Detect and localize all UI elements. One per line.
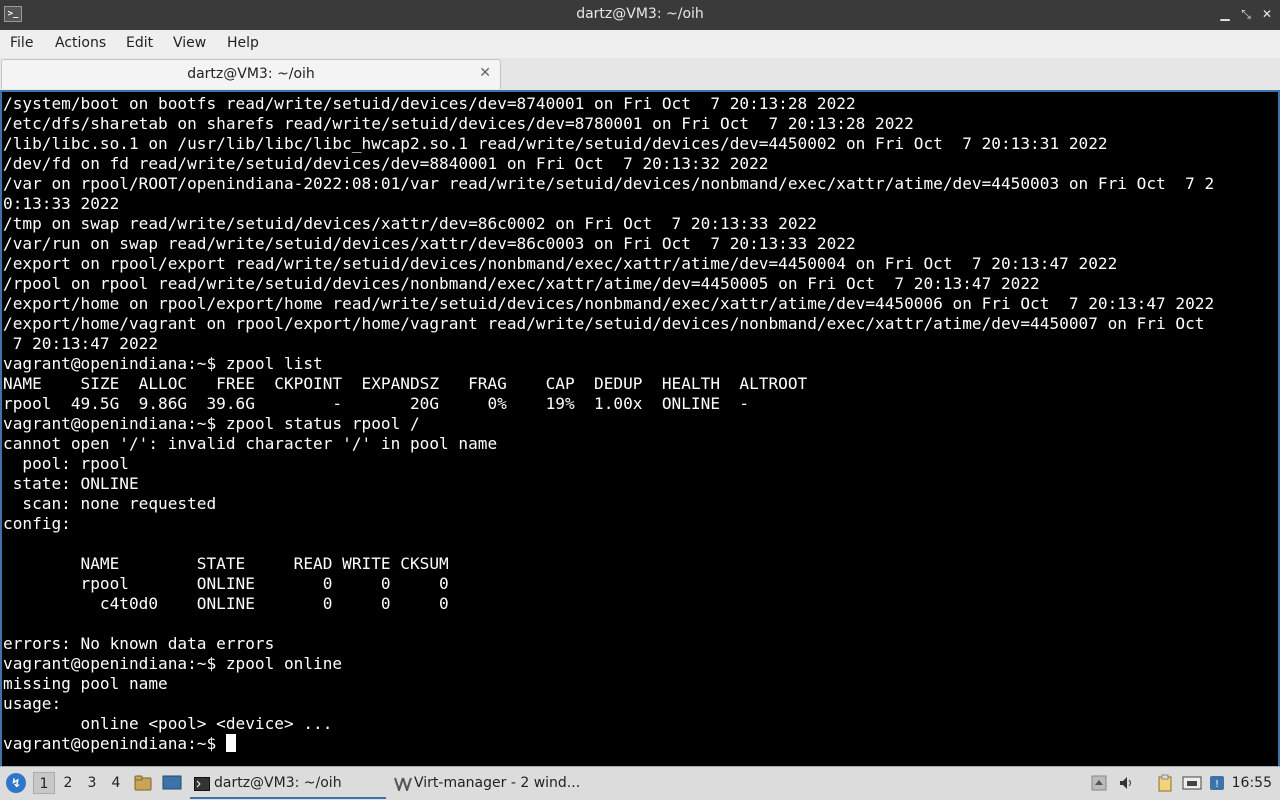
terminal-line: scan: none requested — [3, 494, 217, 513]
clock: 16:55 — [1231, 775, 1272, 791]
terminal-icon — [194, 776, 210, 791]
file-manager-icon[interactable] — [134, 774, 152, 792]
show-desktop-icon[interactable] — [162, 774, 182, 792]
terminal-line: NAME SIZE ALLOC FREE CKPOINT EXPANDSZ FR… — [3, 374, 808, 393]
terminal-view[interactable]: /system/boot on bootfs read/write/setuid… — [0, 90, 1280, 766]
terminal-line: 0:13:33 2022 — [3, 194, 120, 213]
task-label: dartz@VM3: ~/oih — [214, 775, 342, 791]
terminal-output: /system/boot on bootfs read/write/setuid… — [2, 92, 1278, 754]
workspace-3[interactable]: 3 — [81, 772, 103, 794]
terminal-line: vagrant@openindiana:~$ zpool list — [3, 354, 323, 373]
svg-text:!: ! — [1215, 779, 1219, 790]
terminal-line: usage: — [3, 694, 62, 713]
minimize-button[interactable]: ▁ — [1216, 5, 1234, 23]
terminal-line: vagrant@openindiana:~$ zpool status rpoo… — [3, 414, 420, 433]
menu-actions[interactable]: Actions — [55, 35, 106, 51]
start-menu-icon[interactable]: ↯ — [6, 773, 26, 793]
menu-bar: File Actions Edit View Help — [0, 30, 1280, 58]
tab-bar: dartz@VM3: ~/oih ✕ — [0, 58, 1280, 91]
terminal-line: /etc/dfs/sharetab on sharefs read/write/… — [3, 114, 914, 133]
terminal-line: pool: rpool — [3, 454, 129, 473]
tab-terminal[interactable]: dartz@VM3: ~/oih ✕ — [1, 59, 501, 89]
terminal-line: c4t0d0 ONLINE 0 0 0 — [3, 594, 449, 613]
close-window-button[interactable]: ✕ — [1258, 5, 1276, 23]
terminal-line: /export on rpool/export read/write/setui… — [3, 254, 1118, 273]
terminal-line: config: — [3, 514, 71, 533]
terminal-line: online <pool> <device> ... — [3, 714, 333, 733]
terminal-line: /var/run on swap read/write/setuid/devic… — [3, 234, 856, 253]
terminal-line: /lib/libc.so.1 on /usr/lib/libc/libc_hwc… — [3, 134, 1108, 153]
task-virt-manager[interactable]: Virt-manager - 2 wind... — [390, 771, 590, 797]
menu-help[interactable]: Help — [227, 35, 259, 51]
menu-file[interactable]: File — [10, 35, 33, 51]
network-icon[interactable] — [1182, 774, 1202, 792]
terminal-line: errors: No known data errors — [3, 634, 275, 653]
task-terminal[interactable]: dartz@VM3: ~/oih — [190, 771, 386, 799]
taskbar: ↯ 1 2 3 4 dartz@VM3: ~/oih Virt-manager … — [0, 766, 1280, 800]
workspace-4[interactable]: 4 — [105, 772, 127, 794]
terminal-line: /export/home/vagrant on rpool/export/hom… — [3, 314, 1205, 333]
tab-close-icon[interactable]: ✕ — [479, 65, 491, 81]
menu-edit[interactable]: Edit — [126, 35, 153, 51]
terminal-line: rpool 49.5G 9.86G 39.6G - 20G 0% 19% 1.0… — [3, 394, 750, 413]
workspace-2[interactable]: 2 — [57, 772, 79, 794]
terminal-prompt: vagrant@openindiana:~$ — [3, 734, 226, 753]
terminal-line: missing pool name — [3, 674, 168, 693]
tab-label: dartz@VM3: ~/oih — [187, 66, 315, 82]
update-notifier-icon[interactable]: ! — [1208, 774, 1226, 792]
window-title: dartz@VM3: ~/oih — [576, 6, 704, 22]
terminal-line: 7 20:13:47 2022 — [3, 334, 159, 353]
terminal-line: /rpool on rpool read/write/setuid/device… — [3, 274, 1040, 293]
terminal-line: cannot open '/': invalid character '/' i… — [3, 434, 498, 453]
clipboard-icon[interactable] — [1156, 774, 1174, 792]
terminal-line: /tmp on swap read/write/setuid/devices/x… — [3, 214, 817, 233]
workspace-1[interactable]: 1 — [33, 772, 55, 794]
terminal-line: NAME STATE READ WRITE CKSUM — [3, 554, 449, 573]
tray-expand-icon[interactable] — [1090, 774, 1108, 792]
terminal-line: state: ONLINE — [3, 474, 139, 493]
volume-icon[interactable] — [1118, 774, 1136, 792]
menu-view[interactable]: View — [173, 35, 206, 51]
window-title-bar: >_ dartz@VM3: ~/oih ▁ ⤡ ✕ — [0, 0, 1280, 30]
terminal-cursor — [225, 734, 236, 752]
terminal-line: rpool ONLINE 0 0 0 — [3, 574, 449, 593]
terminal-line: /dev/fd on fd read/write/setuid/devices/… — [3, 154, 769, 173]
terminal-line: vagrant@openindiana:~$ zpool online — [3, 654, 343, 673]
terminal-line: /export/home on rpool/export/home read/w… — [3, 294, 1215, 313]
virt-manager-icon — [394, 776, 412, 794]
maximize-button[interactable]: ⤡ — [1237, 5, 1255, 23]
terminal-prompt-line: vagrant@openindiana:~$ — [3, 734, 1278, 754]
terminal-line: /var on rpool/ROOT/openindiana-2022:08:0… — [3, 174, 1215, 193]
task-label: Virt-manager - 2 wind... — [414, 775, 581, 791]
terminal-line: /system/boot on bootfs read/write/setuid… — [3, 94, 856, 113]
